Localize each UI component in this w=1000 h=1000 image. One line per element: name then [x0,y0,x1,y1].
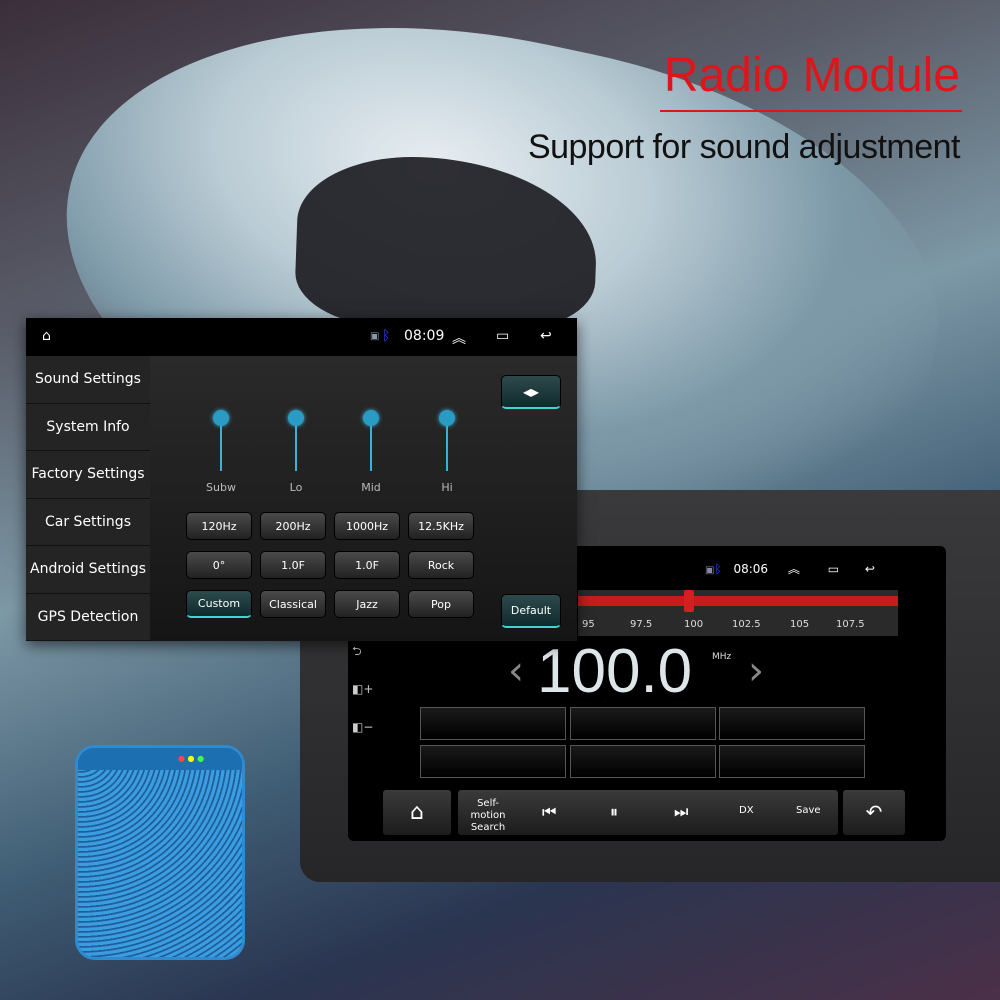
settings-sidebar: Sound Settings System Info Factory Setti… [26,356,150,641]
title-divider [660,110,962,112]
freq-button-lo[interactable]: 200Hz [260,512,326,540]
recent-apps-icon[interactable]: ▭ [496,328,509,344]
q-factor-button[interactable]: 1.0F [260,551,326,579]
tick-label: 102.5 [732,619,761,630]
recent-apps-icon[interactable]: ▭ [828,562,839,576]
bluetooth-icon: ᛒ [382,328,391,344]
tick-label: 100 [684,619,704,630]
tick-label: 97.5 [630,619,653,630]
preset-slot[interactable] [570,745,716,778]
next-frequency-icon[interactable]: › [748,648,764,694]
slider-label: Lo [289,481,303,494]
speaker-balance-icon: ◂▸ [522,382,540,401]
radio-clock: 08:06 [733,562,769,576]
sidebar-item-car-settings[interactable]: Car Settings [26,499,150,546]
volume-down-icon[interactable]: ◧− [352,708,373,746]
status-bar: ⌂ ▣ ᛒ 08:09 ︽ ▭ ↩ [26,318,577,356]
sound-settings-panel: ⌂ ▣ ᛒ 08:09 ︽ ▭ ↩ Sound Settings System … [26,318,577,641]
expand-up-icon[interactable]: ︽ [788,562,800,576]
tick-label: 95 [582,619,595,630]
slider-label: Hi [441,481,453,494]
cast-icon: ▣ [370,331,380,342]
tuner-scale[interactable]: 95 97.5 100 102.5 105 107.5 [578,590,898,636]
radio-control-bar: Self-motion Search ⏮ ⏸ ⏭ DX Save [458,790,838,835]
tuner-indicator[interactable] [684,590,694,612]
expand-up-icon[interactable]: ︽ [452,328,466,348]
sidebar-item-system-info[interactable]: System Info [26,404,150,451]
equalizer-area: Subw Lo Mid Hi 120Hz 200Hz 1000Hz 12.5KH… [150,356,577,641]
return-icon: ↶ [865,800,883,824]
frequency-unit: MHz [712,652,732,662]
eq-slider-lo[interactable] [288,410,304,471]
auto-search-button[interactable]: Self-motion Search [460,798,516,834]
headline-title: Radio Module [663,49,960,102]
preset-custom-button[interactable]: Custom [186,590,252,618]
clock: 08:09 [404,328,445,344]
back-icon[interactable]: ↩ [540,328,552,344]
freq-button-hi[interactable]: 12.5KHz [408,512,474,540]
eq-slider-hi[interactable] [439,410,455,471]
freq-button-subw[interactable]: 120Hz [186,512,252,540]
phase-button[interactable]: 0° [186,551,252,579]
home-icon[interactable]: ⌂ [42,328,51,344]
preset-slot[interactable] [420,745,566,778]
preset-slot[interactable] [719,707,865,740]
dx-button[interactable]: DX [739,805,754,816]
radio-back-button[interactable]: ↶ [843,790,905,835]
preset-classical-button[interactable]: Classical [260,590,326,618]
headline-subtitle: Support for sound adjustment [527,128,961,166]
preset-jazz-button[interactable]: Jazz [334,590,400,618]
balance-button[interactable]: ◂▸ [501,375,561,409]
volume-up-icon[interactable]: ◧+ [352,670,373,708]
save-button[interactable]: Save [796,805,821,816]
preset-slot[interactable] [570,707,716,740]
bluetooth-icon: ᛒ [714,562,722,576]
radio-status-bar: ▣ᛒ 08:06 ︽ ▭ ↩ [705,560,875,577]
preset-slot[interactable] [719,745,865,778]
sidebar-item-android-settings[interactable]: Android Settings [26,546,150,594]
tick-label: 107.5 [836,619,865,630]
default-button[interactable]: Default [501,594,561,628]
q-factor-button[interactable]: 1.0F [334,551,400,579]
next-icon[interactable]: ⏭ [674,802,688,822]
freq-button-mid[interactable]: 1000Hz [334,512,400,540]
preset-pop-button[interactable]: Pop [408,590,474,618]
portable-speaker-image: ● ● ● [75,745,245,960]
prev-frequency-icon[interactable]: ‹ [508,648,524,694]
sidebar-item-gps-detection[interactable]: GPS Detection [26,594,150,641]
preset-slot[interactable] [420,707,566,740]
radio-side-icons: ⮌ ◧+ ◧− [352,632,373,746]
home-button[interactable]: ⌂ [383,790,451,835]
eq-slider-subw[interactable] [213,410,229,471]
pause-icon[interactable]: ⏸ [610,802,618,822]
preset-rock-button[interactable]: Rock [408,551,474,579]
preset-grid [420,707,870,781]
back-icon[interactable]: ↩ [865,562,875,576]
sidebar-item-factory-settings[interactable]: Factory Settings [26,451,150,499]
sidebar-item-sound-settings[interactable]: Sound Settings [26,356,150,404]
eq-slider-mid[interactable] [363,410,379,471]
slider-label: Mid [361,481,381,494]
home-icon: ⌂ [410,800,424,825]
tick-label: 105 [790,619,810,630]
frequency-display: 100.0 [537,637,693,706]
previous-icon[interactable]: ⏮ [542,802,556,822]
slider-label: Subw [206,481,236,494]
